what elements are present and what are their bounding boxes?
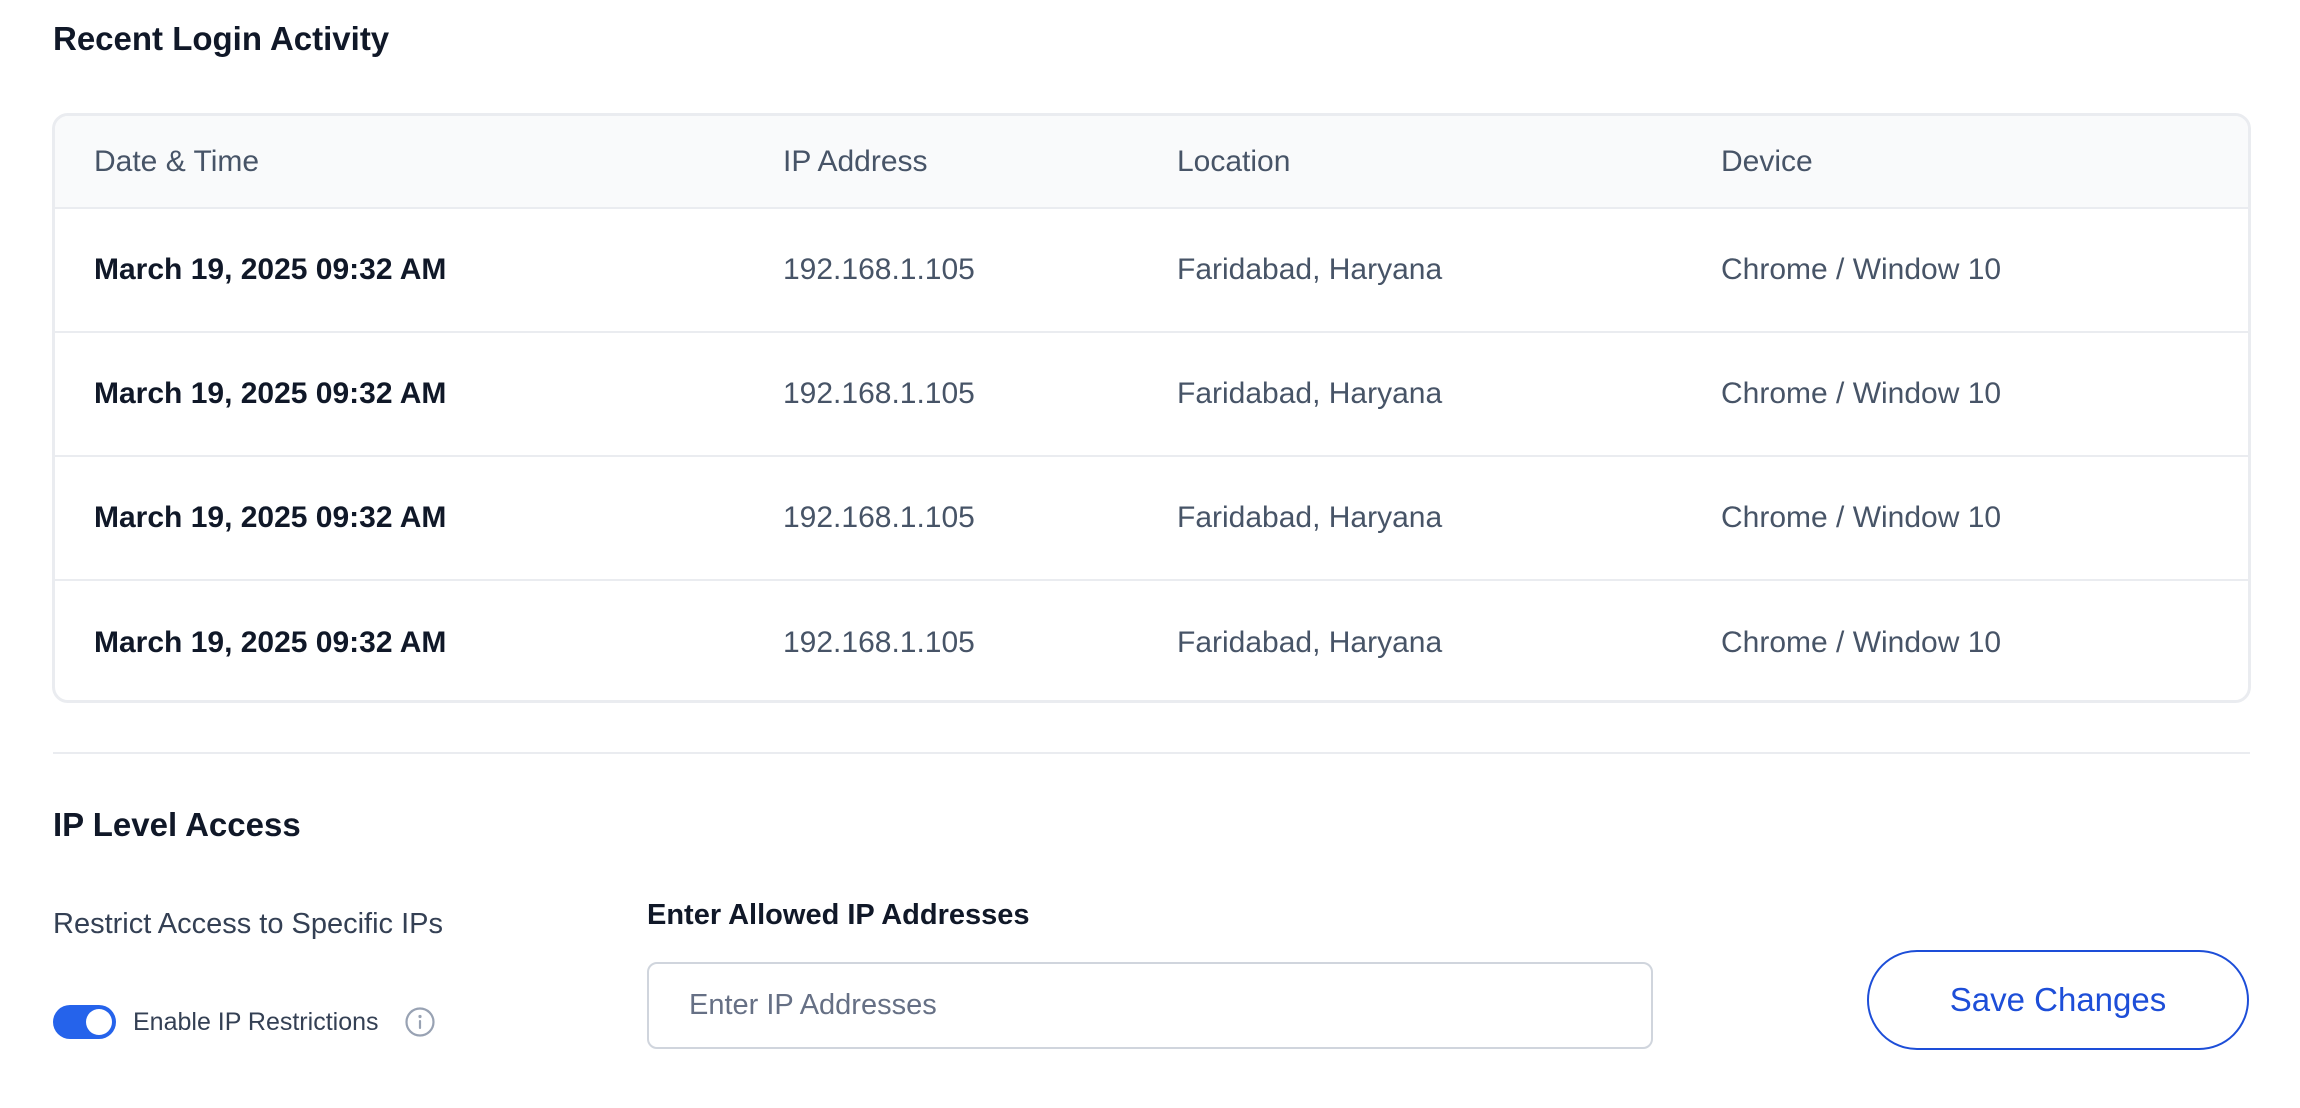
security-settings-page: Recent Login Activity Date & Time IP Add…: [0, 0, 2300, 1108]
cell-location: Faridabad, Haryana: [1177, 626, 1443, 659]
column-header-date-time: Date & Time: [94, 144, 260, 178]
column-header-location: Location: [1177, 144, 1291, 178]
ip-addresses-input[interactable]: [647, 962, 1653, 1049]
table-row: March 19, 2025 09:32 AM 192.168.1.105 Fa…: [55, 209, 2248, 333]
restrict-access-label: Restrict Access to Specific IPs: [53, 908, 444, 940]
cell-ip: 192.168.1.105: [783, 501, 975, 534]
recent-login-activity-title: Recent Login Activity: [53, 20, 390, 57]
info-circle-icon[interactable]: [404, 1006, 436, 1038]
cell-device: Chrome / Window 10: [1721, 253, 2002, 286]
table-row: March 19, 2025 09:32 AM 192.168.1.105 Fa…: [55, 581, 2248, 700]
login-activity-table: Date & Time IP Address Location Device M…: [52, 113, 2251, 703]
cell-datetime: March 19, 2025 09:32 AM: [94, 253, 447, 286]
ip-level-access-title: IP Level Access: [53, 806, 301, 843]
cell-location: Faridabad, Haryana: [1177, 501, 1443, 534]
cell-device: Chrome / Window 10: [1721, 626, 2002, 659]
enable-ip-restrictions-label: Enable IP Restrictions: [133, 1008, 379, 1036]
cell-device: Chrome / Window 10: [1721, 501, 2002, 534]
cell-location: Faridabad, Haryana: [1177, 377, 1443, 410]
cell-ip: 192.168.1.105: [783, 377, 975, 410]
table-row: March 19, 2025 09:32 AM 192.168.1.105 Fa…: [55, 457, 2248, 581]
cell-location: Faridabad, Haryana: [1177, 253, 1443, 286]
ip-restriction-toggle[interactable]: [53, 1005, 116, 1039]
column-header-ip-address: IP Address: [783, 144, 928, 178]
cell-ip: 192.168.1.105: [783, 626, 975, 659]
column-header-device: Device: [1721, 144, 1813, 178]
cell-datetime: March 19, 2025 09:32 AM: [94, 626, 447, 659]
allowed-ip-field-label: Enter Allowed IP Addresses: [647, 899, 1030, 931]
section-divider: [53, 752, 2250, 754]
cell-datetime: March 19, 2025 09:32 AM: [94, 501, 447, 534]
save-changes-button[interactable]: Save Changes: [1867, 950, 2249, 1050]
cell-device: Chrome / Window 10: [1721, 377, 2002, 410]
table-row: March 19, 2025 09:32 AM 192.168.1.105 Fa…: [55, 333, 2248, 457]
table-header: Date & Time IP Address Location Device: [55, 116, 2248, 209]
toggle-knob: [86, 1009, 112, 1035]
cell-datetime: March 19, 2025 09:32 AM: [94, 377, 447, 410]
cell-ip: 192.168.1.105: [783, 253, 975, 286]
